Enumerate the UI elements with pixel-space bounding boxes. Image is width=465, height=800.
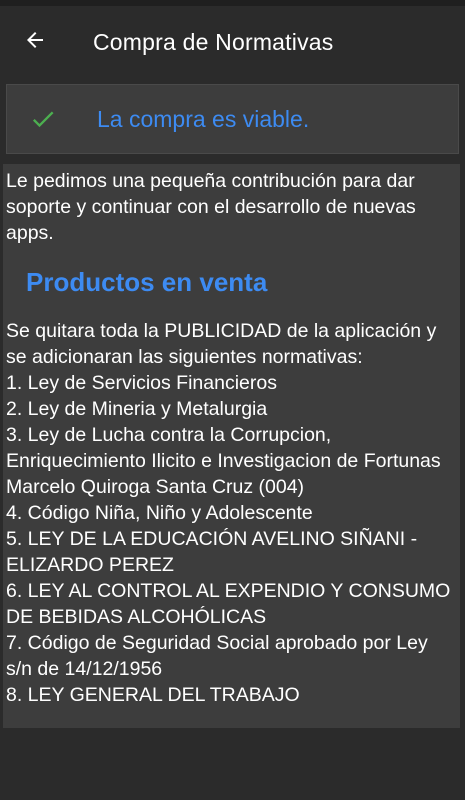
app-screen: Compra de Normativas La compra es viable… [0, 0, 465, 800]
list-item: 3. Ley de Lucha contra la Corrupcion, En… [6, 424, 441, 498]
page-title: Compra de Normativas [93, 28, 334, 55]
check-icon [29, 105, 57, 133]
products-panel: Le pedimos una pequeña contribución para… [3, 164, 460, 728]
arrow-left-icon [23, 28, 47, 57]
list-item: 8. LEY GENERAL DEL TRABAJO [6, 684, 300, 706]
list-item: 2. Ley de Mineria y Metalurgia [6, 398, 268, 420]
purchase-status-text: La compra es viable. [97, 105, 310, 132]
list-item: 5. LEY DE LA EDUCACIÓN AVELINO SIÑANI - … [6, 528, 418, 576]
purchase-status-banner: La compra es viable. [6, 84, 459, 154]
back-button[interactable] [0, 6, 70, 78]
list-item: 1. Ley de Servicios Financieros [6, 372, 277, 394]
toolbar: Compra de Normativas [0, 6, 465, 78]
section-title: Productos en venta [26, 267, 268, 297]
list-item: 6. LEY AL CONTROL AL EXPENDIO Y CONSUMO … [6, 580, 451, 628]
list-intro-text: Se quitara toda la PUBLICIDAD de la apli… [6, 320, 437, 368]
list-item: 7. Código de Seguridad Social aprobado p… [6, 632, 428, 680]
list-item: 4. Código Niña, Niño y Adolescente [6, 502, 313, 524]
normativas-list: 1. Ley de Servicios Financieros 2. Ley d… [6, 370, 458, 708]
intro-text: Le pedimos una pequeña contribución para… [6, 170, 416, 244]
